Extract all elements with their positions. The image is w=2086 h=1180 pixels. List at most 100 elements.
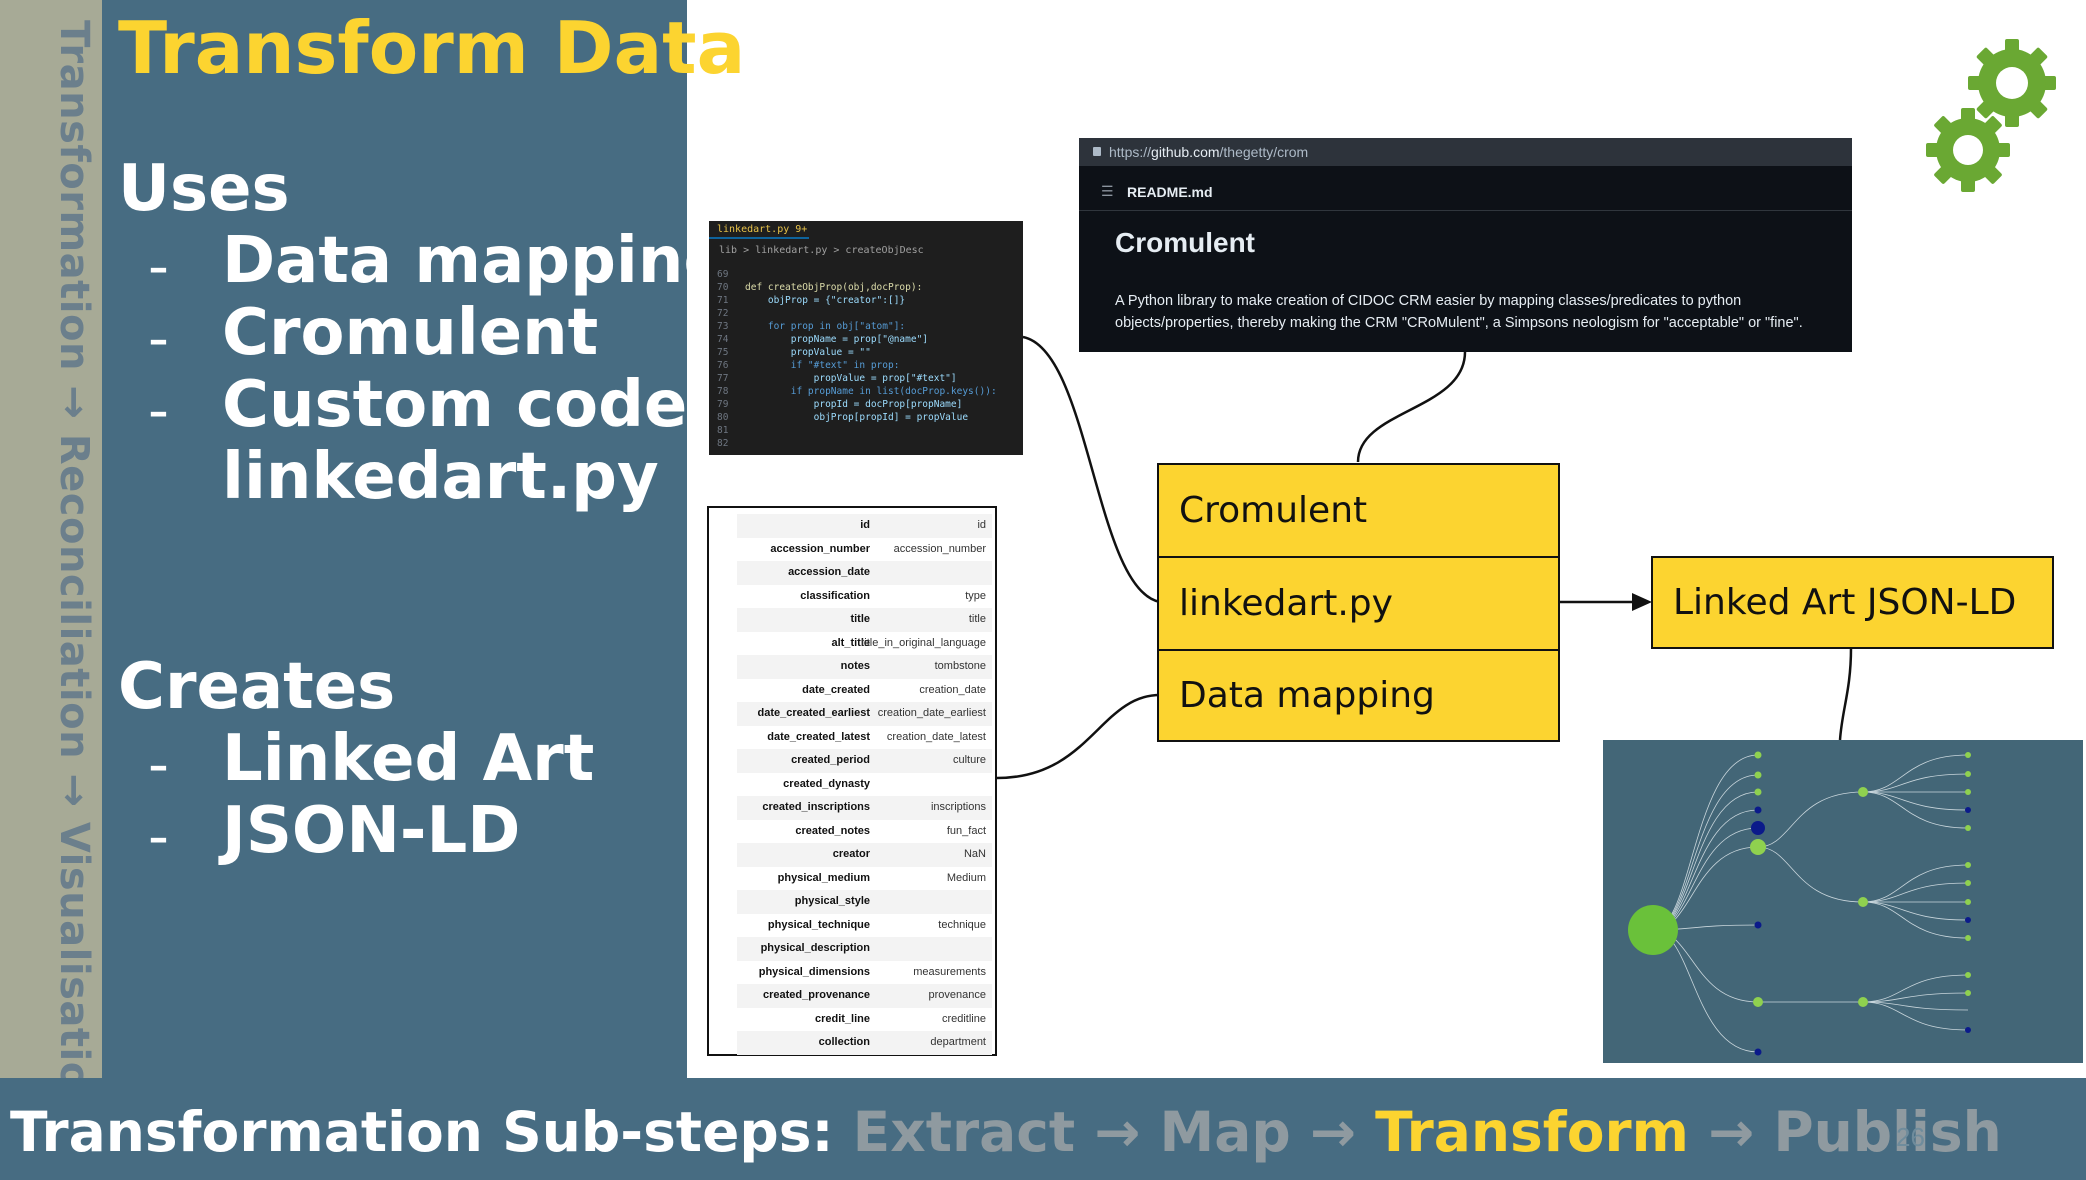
divider <box>1079 210 1852 211</box>
mapping-value: inscriptions <box>930 801 986 813</box>
mapping-row: created_inscriptions inscriptions <box>737 796 992 820</box>
mapping-row: created_provenance provenance <box>737 984 992 1008</box>
mapping-value: creation_date_latest <box>886 730 986 743</box>
mapping-key: accession_number <box>770 542 870 555</box>
mapping-row: credit_line creditline <box>737 1008 992 1032</box>
step-transform: Transform <box>1375 1100 1689 1164</box>
readme-filename: README.md <box>1127 184 1213 200</box>
mapping-row: creator NaN <box>737 843 992 867</box>
code-line: 69 <box>717 269 729 280</box>
connector-github-to-cromulent <box>1356 351 1467 463</box>
mapping-value: creditline <box>941 1012 986 1025</box>
code-editor-screenshot: linkedart.py 9+ lib > linkedart.py > cre… <box>709 221 1023 455</box>
step-extract: Extract <box>852 1100 1076 1164</box>
mapping-key: date_created_latest <box>767 730 870 743</box>
step-arrow: → <box>1309 1100 1357 1164</box>
mapping-key: collection <box>818 1036 870 1048</box>
page-number: 26 <box>1896 1122 1925 1152</box>
mapping-value: tombstone <box>934 660 986 672</box>
mapping-value: creation_date_earliest <box>877 707 986 719</box>
json-ld-tree-graph <box>1603 740 2083 1063</box>
code-line: 74 propName = prop["@name"] <box>717 334 929 345</box>
readme-description: A Python library to make creation of CID… <box>1115 293 1803 331</box>
mapping-row: physical_description <box>737 937 992 961</box>
cromulent-box: Cromulent <box>1157 463 1560 558</box>
step-arrow: → <box>1708 1100 1755 1164</box>
mapping-value: id <box>977 519 986 531</box>
mapping-value: measurements <box>913 965 986 978</box>
mapping-value: provenance <box>928 989 987 1001</box>
code-line: 73 for prop in obj["atom"]: <box>717 321 906 332</box>
step-map: Map <box>1159 1100 1291 1164</box>
lock-icon <box>1093 147 1101 156</box>
mapping-row: physical_technique technique <box>737 914 992 938</box>
mapping-value: title_in_original_language <box>861 636 986 649</box>
mapping-key: accession_date <box>788 566 870 578</box>
mapping-row: accession_date <box>737 561 992 585</box>
linked-art-output-box: Linked Art JSON-LD <box>1651 556 2054 649</box>
mapping-key: physical_description <box>760 942 870 954</box>
mapping-row: collection department <box>737 1031 992 1055</box>
mapping-value: department <box>930 1036 986 1048</box>
mapping-key: created_dynasty <box>783 777 870 790</box>
data-mapping-box: Data mapping <box>1157 649 1560 742</box>
mapping-value: culture <box>952 754 986 766</box>
mapping-key: created_inscriptions <box>762 801 870 813</box>
mapping-row: classification type <box>737 585 992 609</box>
mapping-row: physical_style <box>737 890 992 914</box>
substeps-line: Transformation Sub-steps: Extract → Map … <box>10 1100 2002 1164</box>
code-line: 80 objProp[propId] = propValue <box>717 412 969 423</box>
github-readme-screenshot: https://github.com/thegetty/crom ☰ READM… <box>1079 138 1852 352</box>
mapping-value: technique <box>938 918 986 931</box>
connector-table-to-data-mapping <box>996 693 1161 780</box>
mapping-row: date_created_latest creation_date_latest <box>737 726 992 750</box>
mapping-key: created_notes <box>795 824 870 837</box>
mapping-key: physical_style <box>794 895 870 907</box>
mapping-key: title <box>850 613 870 625</box>
editor-breadcrumb: lib > linkedart.py > createObjDesc <box>719 245 924 256</box>
mapping-row: physical_medium Medium <box>737 867 992 891</box>
code-line: 79 propId = docProp[propName] <box>717 399 963 410</box>
mapping-row: date_created creation_date <box>737 679 992 703</box>
mapping-value: fun_fact <box>946 824 986 837</box>
mapping-row: notes tombstone <box>737 655 992 679</box>
connector-code-to-linkedart <box>1022 335 1161 604</box>
mapping-key: credit_line <box>814 1012 870 1025</box>
mapping-row: physical_dimensions measurements <box>737 961 992 985</box>
editor-tab: linkedart.py 9+ <box>709 221 809 239</box>
mapping-row: created_notes fun_fact <box>737 820 992 844</box>
mapping-key: created_period <box>791 754 870 766</box>
code-line: 72 <box>717 308 729 319</box>
mapping-row: date_created_earliest creation_date_earli… <box>737 702 992 726</box>
code-line: 71 objProp = {"creator":[]} <box>717 295 906 306</box>
mapping-row: created_period culture <box>737 749 992 773</box>
mapping-row: id id <box>737 514 992 538</box>
readme-heading: Cromulent <box>1115 227 1255 258</box>
mapping-row: created_dynasty <box>737 773 992 797</box>
mapping-table: id id accession_number accession_number acce… <box>707 506 997 1056</box>
arrow-head <box>1632 593 1652 611</box>
code-line: 75 propValue = "" <box>717 347 871 358</box>
mapping-value: accession_number <box>893 542 986 555</box>
code-line: 81 <box>717 425 729 436</box>
mapping-row: title title <box>737 608 992 632</box>
mapping-key: id <box>860 519 870 531</box>
substeps-label: Transformation Sub-steps: <box>10 1100 834 1164</box>
code-line: 70 def createObjProp(obj,docProp): <box>717 282 923 293</box>
mapping-key: classification <box>800 589 870 602</box>
mapping-key: notes <box>840 660 870 672</box>
mapping-key: physical_technique <box>767 918 870 931</box>
url-bar: https://github.com/thegetty/crom <box>1079 138 1852 166</box>
code-line: 77 propValue = prop["#text"] <box>717 373 957 384</box>
connector-output-to-graph <box>1838 647 1853 741</box>
mapping-key: date_created <box>802 683 870 696</box>
mapping-value: title <box>968 613 986 625</box>
step-publish: Publish <box>1773 1100 2002 1164</box>
linkedart-py-box: linkedart.py <box>1157 556 1560 651</box>
step-arrow: → <box>1094 1100 1141 1164</box>
code-line: 82 <box>717 438 729 449</box>
mapping-row: alt_title title_in_original_language <box>737 632 992 656</box>
mapping-row: accession_number accession_number <box>737 538 992 562</box>
mapping-key: created_provenance <box>763 989 870 1001</box>
mapping-key: physical_dimensions <box>758 965 870 978</box>
